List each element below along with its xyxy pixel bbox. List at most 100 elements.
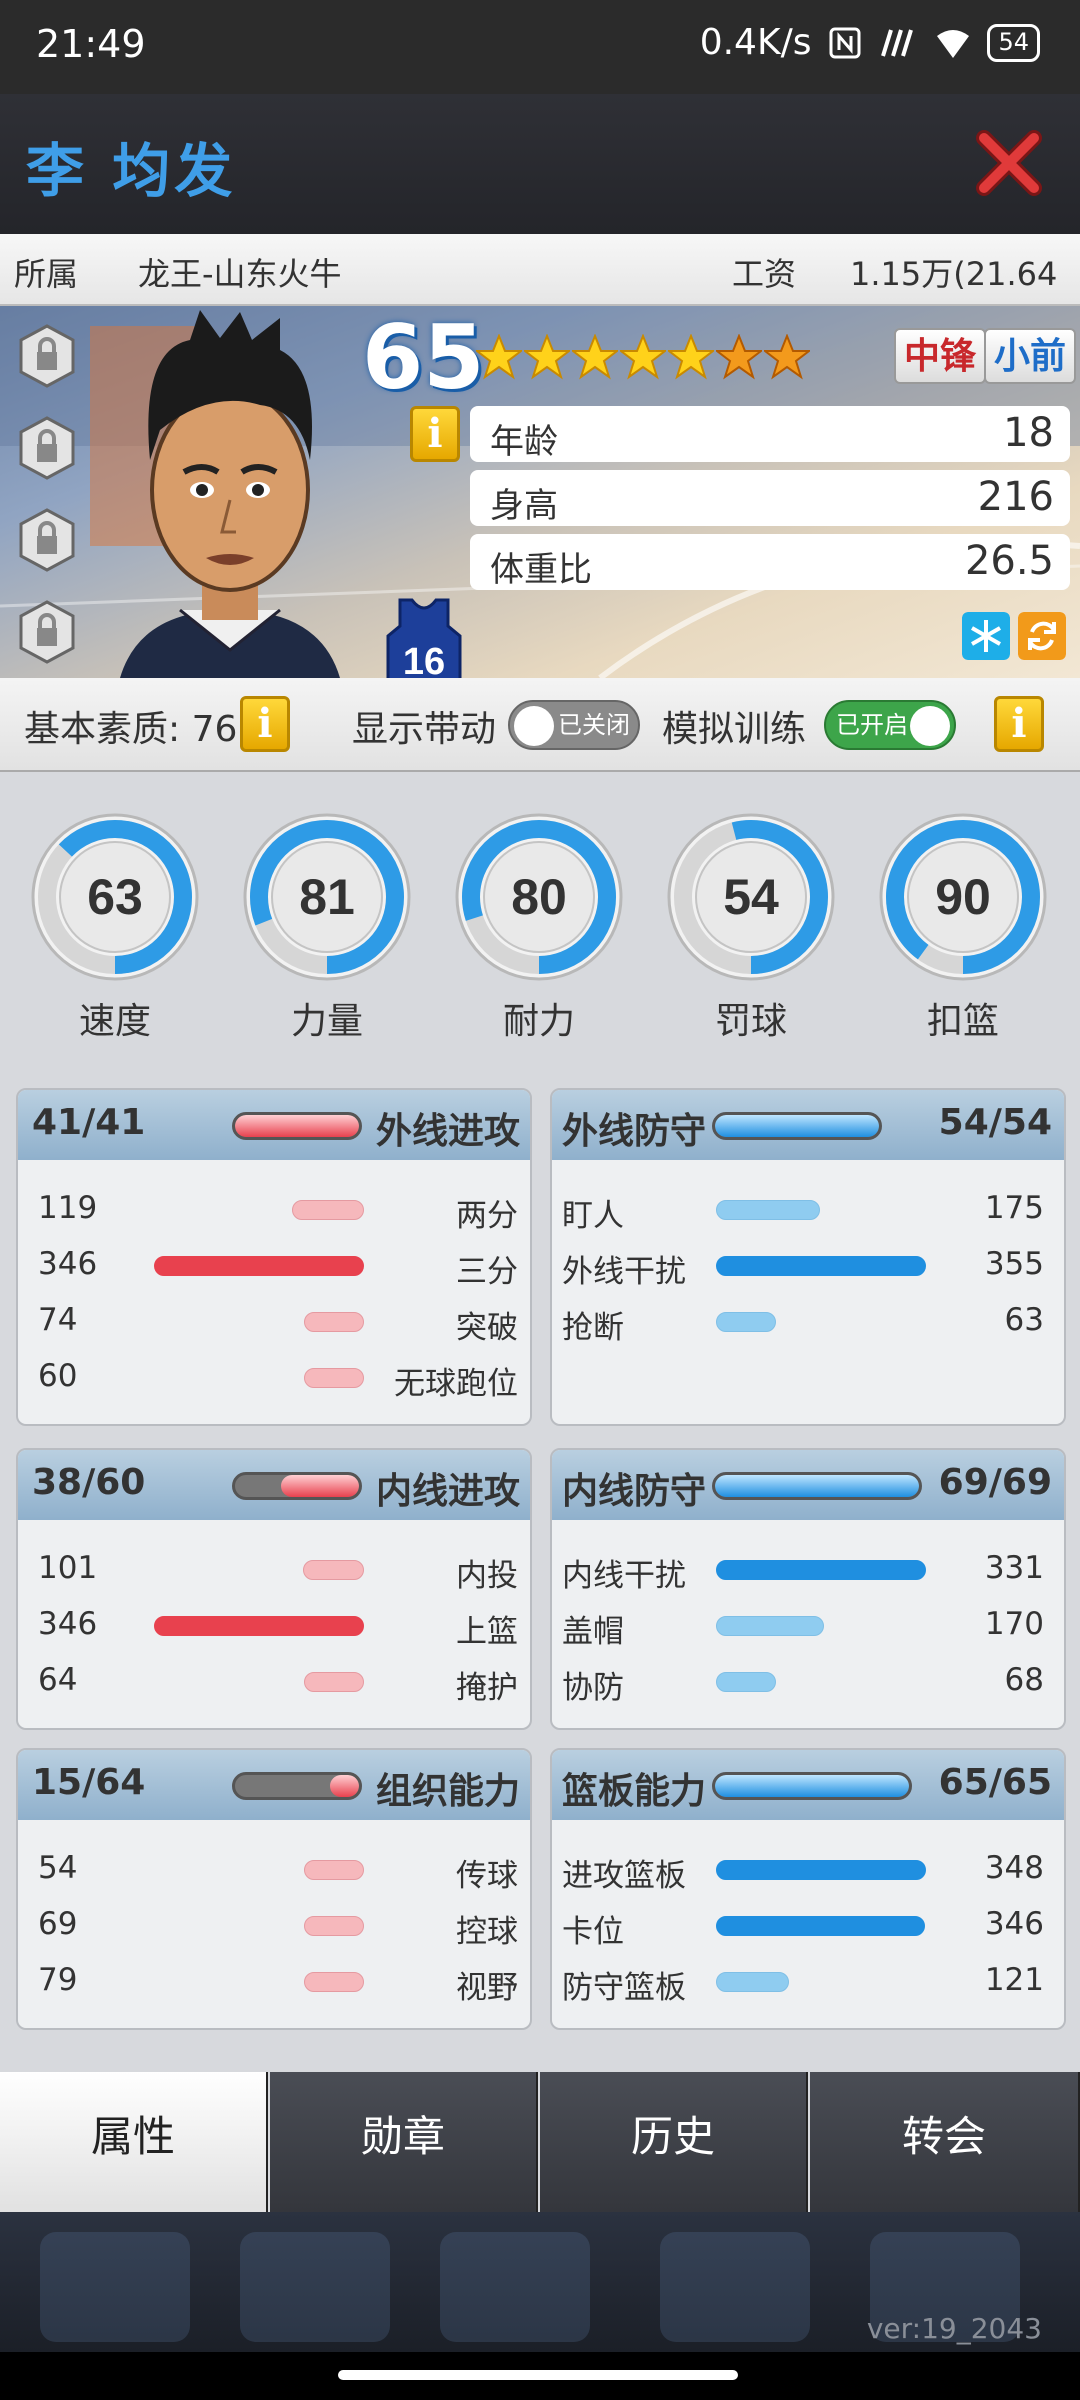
stat-title: 内线防守: [562, 1471, 707, 1512]
lock-icon[interactable]: [18, 508, 76, 572]
toggle-text: 已关闭: [558, 711, 630, 739]
gauge-ring: 81: [243, 813, 411, 981]
stat-block-header: 15/64 组织能力: [18, 1750, 530, 1820]
home-indicator[interactable]: [338, 2370, 738, 2380]
stat-row: 68 协防: [552, 1652, 1064, 1708]
stat-progress-fill: [280, 1475, 359, 1497]
stat-row-label: 进攻篮板: [562, 1858, 686, 1894]
stat-row: 348 进攻篮板: [552, 1840, 1064, 1896]
snowflake-icon[interactable]: [962, 612, 1010, 660]
stat-row-value: 348: [984, 1850, 1044, 1886]
gauge-4: 90 扣篮: [878, 802, 1048, 1042]
stat-progress-bar: [232, 1472, 362, 1500]
stat-row-value: 119: [38, 1190, 98, 1226]
stat-row-bar: [304, 1860, 364, 1880]
gauge-0: 63 速度: [30, 802, 200, 1042]
stat-row: 74 突破: [18, 1292, 530, 1348]
player-hero: 16 65 中锋 小前 i 年龄 18 身高 216 体重比 26.5: [0, 306, 1080, 678]
tab-transfer[interactable]: 转会: [810, 2072, 1080, 2212]
stat-row-label: 传球: [456, 1858, 518, 1894]
gauge-value: 63: [87, 869, 143, 925]
stat-row-label: 协防: [562, 1670, 624, 1706]
stat-row-value: 64: [38, 1662, 78, 1698]
net-speed: 0.4K/s: [699, 22, 812, 63]
stat-row-label: 控球: [456, 1914, 518, 1950]
gauge-label: 速度: [78, 1001, 151, 1042]
stat-progress-bar: [712, 1772, 912, 1800]
sim-training-label: 模拟训练: [662, 709, 807, 750]
gauge-label: 力量: [290, 1001, 363, 1042]
close-icon[interactable]: [974, 128, 1044, 198]
title-bar: 李 均发: [0, 94, 1080, 234]
player-panel: 所属 龙王-山东火牛 工资 1.15万(21.64万): [0, 234, 1080, 2212]
stat-block-outside-offense: 41/41 外线进攻 119 两分 346 三分 74 突破 60 无球跑位: [16, 1088, 532, 1426]
attr-label: 身高: [490, 486, 558, 526]
gauge-label: 耐力: [502, 1001, 575, 1042]
stat-row: 60 无球跑位: [18, 1348, 530, 1404]
star-icon-bonus: [764, 334, 810, 380]
refresh-icon[interactable]: [1018, 612, 1066, 660]
stat-progress-fill: [715, 1775, 909, 1797]
gauge-3: 54 罚球: [666, 802, 836, 1042]
stat-row: 346 三分: [18, 1236, 530, 1292]
stat-row-bar: [303, 1560, 364, 1580]
gauge-value: 81: [299, 869, 355, 925]
stat-block-header: 38/60 内线进攻: [18, 1450, 530, 1520]
stat-row: 346 卡位: [552, 1896, 1064, 1952]
status-bar: 21:49 0.4K/s 54: [0, 0, 1080, 94]
tab-history[interactable]: 历史: [540, 2072, 808, 2212]
lock-icon[interactable]: [18, 416, 76, 480]
stat-row: 175 盯人: [552, 1180, 1064, 1236]
stat-row-label: 三分: [456, 1254, 518, 1290]
status-icons: 0.4K/s 54: [700, 22, 1040, 63]
tab-bar: 属性 勋章 历史 转会: [0, 2072, 1080, 2212]
stat-row: 121 防守篮板: [552, 1952, 1064, 2008]
stat-row-value: 79: [38, 1962, 78, 1998]
show-drive-toggle[interactable]: 已关闭: [508, 700, 640, 750]
stat-row-value: 346: [984, 1906, 1044, 1942]
stat-progress-fill: [330, 1775, 359, 1797]
stat-block-header: 69/69 内线防守: [552, 1450, 1064, 1520]
tab-badges[interactable]: 勋章: [270, 2072, 538, 2212]
controls-row: 基本素质: 76 i 显示带动 已关闭 模拟训练 已开启 i: [0, 678, 1080, 772]
stat-title: 外线进攻: [375, 1111, 520, 1152]
badge-slots: [18, 324, 82, 678]
stat-score: 15/64: [32, 1762, 146, 1803]
attr-weight-ratio: 体重比 26.5: [470, 534, 1070, 590]
info-icon[interactable]: i: [410, 406, 460, 462]
gauge-ring: 54: [667, 813, 835, 981]
lock-icon[interactable]: [18, 600, 76, 664]
stat-row-value: 101: [38, 1550, 98, 1586]
stat-title: 组织能力: [375, 1771, 520, 1812]
stat-row-bar: [304, 1672, 364, 1692]
stat-row-value: 68: [1004, 1662, 1044, 1698]
stat-row-bar: [716, 1972, 789, 1992]
lock-icon[interactable]: [18, 324, 76, 388]
stat-row: 355 外线干扰: [552, 1236, 1064, 1292]
info-icon[interactable]: i: [240, 696, 290, 752]
stat-block-inside-defense: 69/69 内线防守 331 内线干扰 170 盖帽 68 协防: [550, 1448, 1066, 1730]
info-icon[interactable]: i: [994, 696, 1044, 752]
sim-training-toggle[interactable]: 已开启: [824, 700, 956, 750]
star-icon: [524, 334, 570, 380]
wifi-icon: [937, 29, 970, 58]
stat-row: 101 内投: [18, 1540, 530, 1596]
stat-row-bar: [716, 1672, 776, 1692]
stat-row-label: 上篮: [456, 1614, 518, 1650]
player-name: 李 均发: [26, 137, 237, 205]
menu-ghost: [40, 2232, 190, 2342]
stat-block-header: 41/41 外线进攻: [18, 1090, 530, 1160]
stat-row: 119 两分: [18, 1180, 530, 1236]
stat-row-bar: [154, 1616, 364, 1636]
stat-row-label: 两分: [456, 1198, 518, 1234]
gauge-ring: 63: [31, 813, 199, 981]
stat-row: 69 控球: [18, 1896, 530, 1952]
stat-row: 170 盖帽: [552, 1596, 1064, 1652]
stat-progress-bar: [712, 1472, 922, 1500]
star-icon: [620, 334, 666, 380]
stat-title: 内线进攻: [375, 1471, 520, 1512]
stat-row-bar: [716, 1312, 776, 1332]
tab-attributes[interactable]: 属性: [0, 2072, 268, 2212]
stat-block-playmaking: 15/64 组织能力 54 传球 69 控球 79 视野: [16, 1748, 532, 2030]
attr-age: 年龄 18: [470, 406, 1070, 462]
